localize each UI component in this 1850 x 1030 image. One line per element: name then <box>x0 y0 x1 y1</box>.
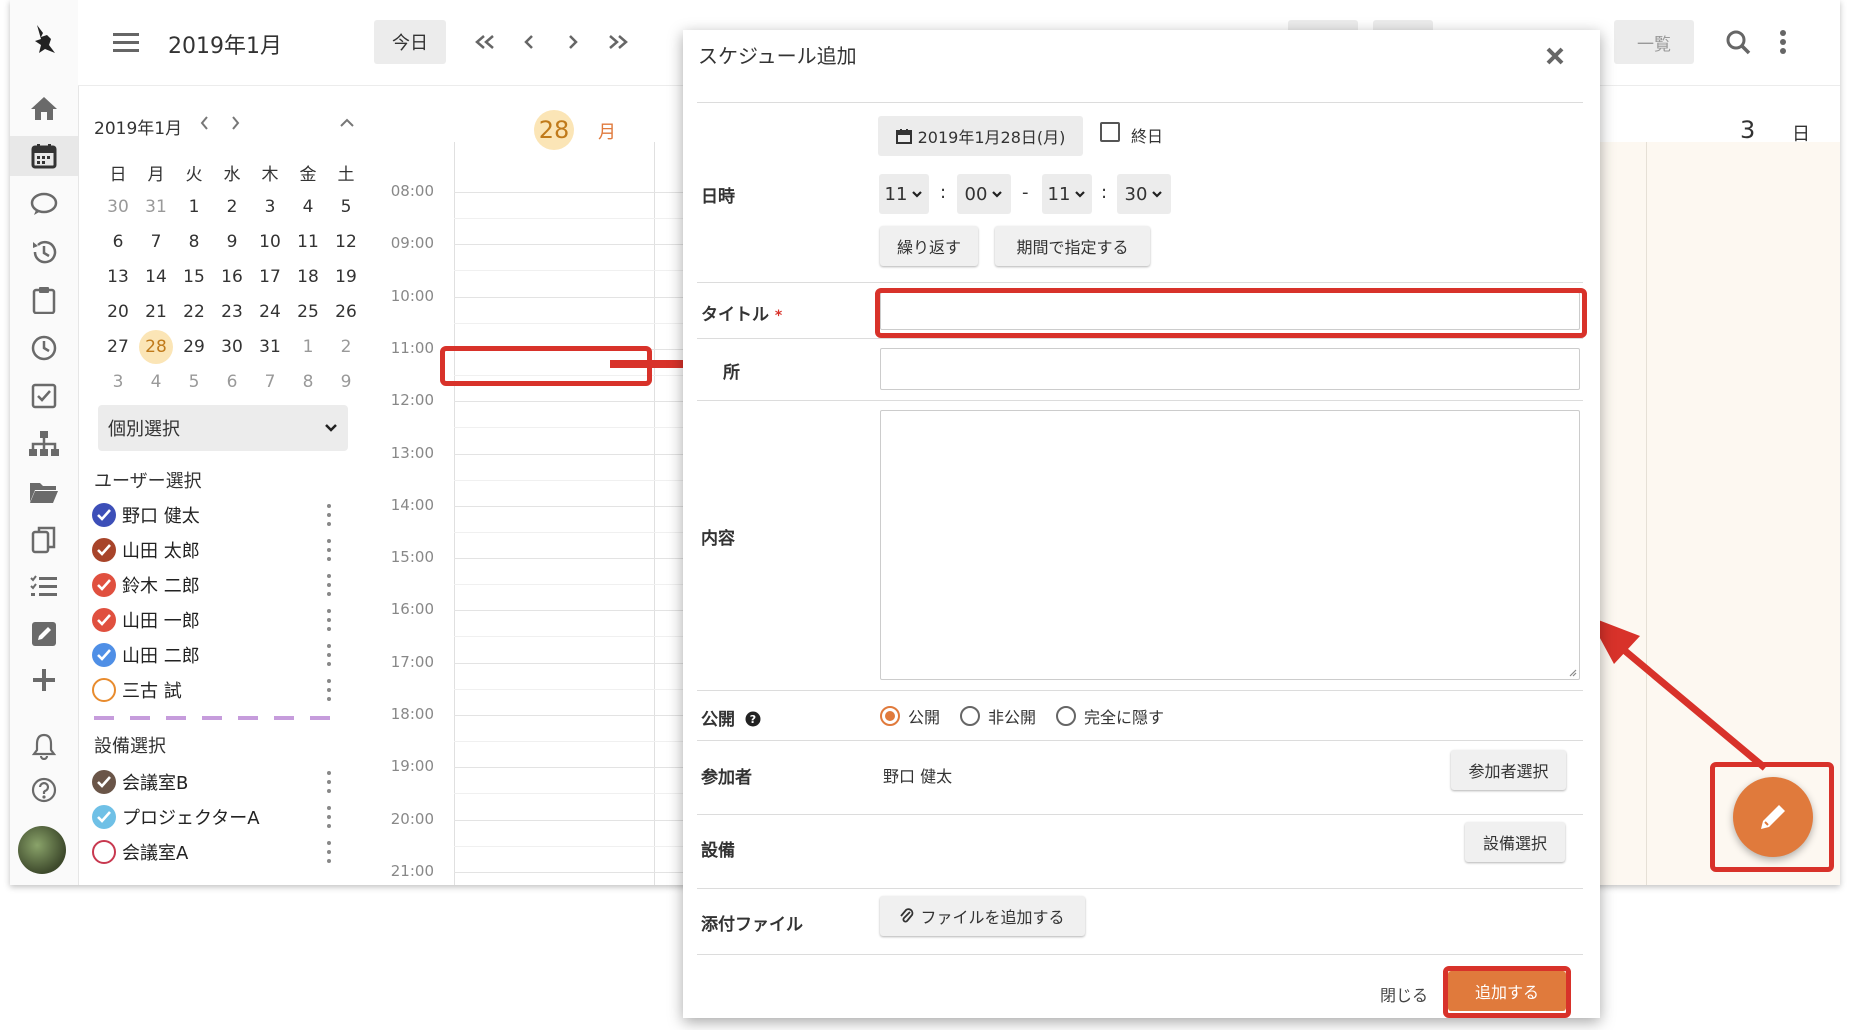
date-picker-button[interactable]: 2019年1月28日(月) <box>878 116 1083 156</box>
facility-label: 設備 <box>701 841 735 861</box>
place-label: 所 <box>723 363 740 383</box>
close-icon[interactable] <box>1545 46 1565 70</box>
start-minute-select[interactable]: 00 <box>957 174 1011 214</box>
divider <box>697 282 1583 283</box>
date-value: 2019年1月28日(月) <box>917 128 1066 147</box>
divider <box>697 338 1583 339</box>
range-separator: - <box>1022 182 1029 203</box>
annotation-add-button-box <box>1443 966 1571 1018</box>
repeat-button[interactable]: 繰り返す <box>880 226 978 266</box>
end-minute-value: 30 <box>1124 183 1148 205</box>
title-label: タイトル * <box>701 300 782 325</box>
calendar-small-icon <box>895 129 912 144</box>
visibility-label-text: 公開 <box>701 710 735 730</box>
add-file-button[interactable]: ファイルを追加する <box>880 896 1085 936</box>
paperclip-icon <box>900 908 914 923</box>
divider <box>697 814 1583 815</box>
content-textarea[interactable] <box>880 410 1580 680</box>
participants-label: 参加者 <box>701 768 752 788</box>
required-mark: * <box>774 308 783 324</box>
start-hour-select[interactable]: 11 <box>879 174 929 214</box>
attachment-label: 添付ファイル <box>701 915 803 935</box>
add-file-label: ファイルを追加する <box>920 908 1065 927</box>
radio-hidden-label: 完全に隠す <box>1084 708 1165 727</box>
end-hour-select[interactable]: 11 <box>1042 174 1092 214</box>
content-label: 内容 <box>701 529 735 549</box>
divider <box>697 954 1583 955</box>
divider <box>697 740 1583 741</box>
period-button[interactable]: 期間で指定する <box>995 226 1150 266</box>
divider <box>697 102 1583 103</box>
dialog-title: スケジュール追加 <box>698 44 857 68</box>
resize-handle-icon <box>1569 669 1577 677</box>
end-minute-select[interactable]: 30 <box>1117 174 1171 214</box>
time-separator: : <box>1101 182 1108 203</box>
allday-label: 終日 <box>1131 127 1164 146</box>
allday-checkbox[interactable] <box>1100 122 1120 142</box>
help-circle-icon: ? <box>745 711 761 727</box>
radio-private[interactable] <box>960 706 981 726</box>
radio-public[interactable] <box>880 706 900 726</box>
datetime-label: 日時 <box>701 187 735 207</box>
divider <box>697 400 1583 401</box>
radio-private-label: 非公開 <box>988 708 1037 727</box>
divider <box>697 690 1583 691</box>
end-hour-value: 11 <box>1047 183 1071 205</box>
start-minute-value: 00 <box>964 183 988 205</box>
svg-text:?: ? <box>750 713 756 726</box>
divider <box>697 888 1583 889</box>
facility-select-button[interactable]: 設備選択 <box>1465 822 1565 862</box>
schedule-add-dialog: スケジュール追加 日時 2019年1月28日(月) 終日 11 : 00 - 1… <box>683 30 1600 1018</box>
title-label-text: タイトル <box>701 305 769 325</box>
participant-select-button[interactable]: 参加者選択 <box>1451 750 1566 790</box>
annotation-title-box <box>875 288 1587 338</box>
visibility-label: 公開 ? <box>701 705 761 730</box>
participant-name: 野口 健太 <box>883 767 953 786</box>
radio-hidden[interactable] <box>1056 706 1077 726</box>
close-button[interactable]: 閉じる <box>1380 982 1428 1006</box>
place-input[interactable] <box>880 348 1580 390</box>
visibility-radio-group: 公開 非公開 完全に隠す <box>880 704 1164 728</box>
start-hour-value: 11 <box>884 183 908 205</box>
radio-public-label: 公開 <box>908 708 941 727</box>
time-separator: : <box>940 182 947 203</box>
